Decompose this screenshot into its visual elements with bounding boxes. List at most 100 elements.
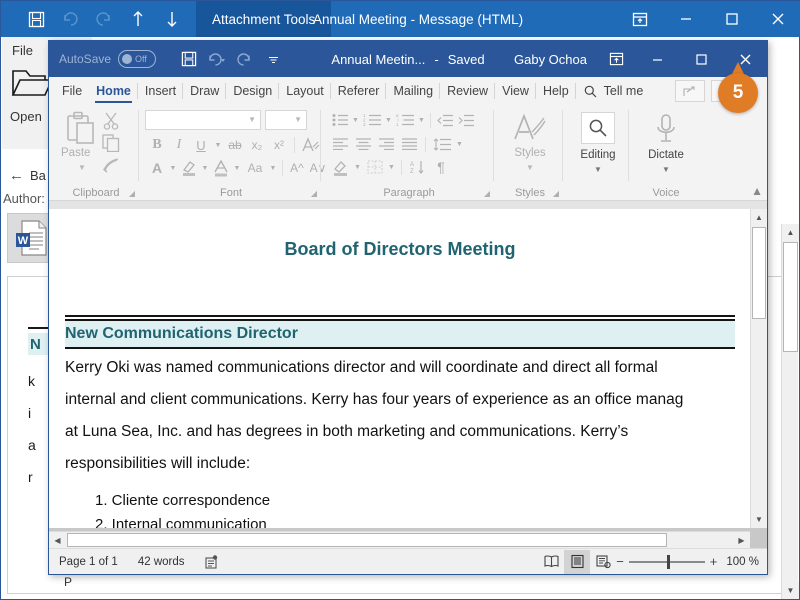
bullet-dropdown-icon[interactable]: ▼ (351, 111, 360, 129)
zoom-out-button[interactable]: − (616, 554, 624, 569)
tab-home[interactable]: Home (89, 77, 138, 105)
shading-dropdown-icon[interactable]: ▼ (353, 158, 362, 176)
autosave-switch[interactable]: Off (118, 50, 157, 68)
borders-dropdown-icon[interactable]: ▼ (387, 158, 396, 176)
change-case-button[interactable]: Aa (243, 158, 267, 178)
scrollbar-thumb[interactable] (67, 533, 667, 547)
word-count[interactable]: 42 words (128, 556, 195, 568)
shading-icon[interactable] (330, 158, 351, 176)
scroll-down-arrow-icon[interactable]: ▼ (751, 511, 767, 528)
web-layout-icon[interactable] (590, 550, 616, 574)
tell-me-search[interactable]: Tell me (576, 84, 652, 98)
scrollbar-thumb[interactable] (783, 242, 798, 352)
font-color-dropdown-icon[interactable]: ▼ (232, 158, 242, 178)
maximize-icon[interactable] (709, 1, 755, 37)
next-item-icon[interactable] (155, 1, 189, 37)
outlook-vertical-scrollbar[interactable]: ▲ ▼ (781, 224, 799, 599)
align-left-icon[interactable] (330, 135, 351, 153)
dictate-dropdown-icon[interactable]: ▼ (633, 165, 699, 174)
scrollbar-thumb[interactable] (752, 227, 766, 319)
decrease-indent-icon[interactable] (435, 111, 455, 129)
cut-icon[interactable] (103, 112, 119, 130)
undo-icon[interactable] (203, 41, 231, 77)
tab-mailings[interactable]: Mailing (386, 77, 440, 105)
font-size-input[interactable]: ▼ (265, 110, 307, 130)
close-icon[interactable] (755, 1, 800, 37)
italic-button[interactable]: I (169, 135, 189, 155)
text-effects-icon[interactable]: A (147, 158, 167, 178)
autosave-toggle[interactable]: AutoSave Off (59, 41, 157, 77)
tab-help[interactable]: Help (536, 77, 576, 105)
redo-icon[interactable] (87, 1, 121, 37)
tab-references[interactable]: Referer (331, 77, 387, 105)
paste-dropdown-icon[interactable]: ▼ (78, 163, 86, 172)
document-horizontal-scrollbar[interactable]: ◀ ▶ (49, 531, 750, 548)
editing-search-icon[interactable] (581, 112, 615, 144)
page-indicator[interactable]: Page 1 of 1 (49, 556, 128, 568)
save-icon[interactable] (175, 41, 203, 77)
previous-item-icon[interactable] (121, 1, 155, 37)
tab-design[interactable]: Design (226, 77, 280, 105)
save-icon[interactable] (19, 1, 53, 37)
align-right-icon[interactable] (376, 135, 397, 153)
editing-label[interactable]: Editing (567, 149, 629, 161)
styles-dropdown-icon[interactable]: ▼ (497, 163, 563, 172)
text-highlight-color-icon[interactable] (179, 158, 199, 178)
styles-icon[interactable] (513, 113, 547, 143)
share-button[interactable] (675, 80, 705, 102)
sort-icon[interactable]: AZ (407, 158, 429, 176)
tab-layout[interactable]: Layout (279, 77, 331, 105)
editing-dropdown-icon[interactable]: ▼ (567, 165, 629, 174)
font-name-input[interactable]: ▼ (145, 110, 261, 130)
proofing-icon[interactable] (195, 554, 230, 569)
line-spacing-dropdown-icon[interactable]: ▼ (455, 135, 464, 153)
scroll-right-arrow-icon[interactable]: ▶ (733, 532, 750, 548)
document-vertical-scrollbar[interactable]: ▲ ▼ (750, 209, 767, 528)
underline-dropdown-icon[interactable]: ▼ (213, 135, 223, 155)
align-center-icon[interactable] (353, 135, 374, 153)
scroll-up-arrow-icon[interactable]: ▲ (782, 224, 799, 241)
zoom-in-button[interactable]: + (710, 554, 718, 569)
tab-insert[interactable]: Insert (138, 77, 184, 105)
collapse-ribbon-icon[interactable]: ▲ (751, 184, 763, 198)
redo-icon[interactable] (231, 41, 259, 77)
text-effects-dropdown-icon[interactable]: ▼ (168, 158, 178, 178)
bold-button[interactable]: B (147, 135, 167, 155)
dictate-label[interactable]: Dictate (633, 149, 699, 161)
ribbon-display-options-icon[interactable] (597, 41, 635, 77)
paragraph-dialog-launcher-icon[interactable]: ◢ (484, 189, 490, 198)
zoom-level-label[interactable]: 100 % (726, 556, 759, 568)
numbered-dropdown-icon[interactable]: ▼ (384, 111, 393, 129)
zoom-slider-knob[interactable] (666, 554, 670, 569)
tab-attachment-tools[interactable]: Attachment Tools (196, 1, 332, 37)
styles-dialog-launcher-icon[interactable]: ◢ (553, 189, 559, 198)
increase-indent-icon[interactable] (456, 111, 476, 129)
outlook-file-tab[interactable]: File (12, 43, 33, 58)
dictate-microphone-icon[interactable] (655, 113, 677, 145)
undo-icon[interactable] (53, 1, 87, 37)
tab-view[interactable]: View (495, 77, 536, 105)
document-page[interactable]: Board of Directors Meeting New Communica… (49, 209, 751, 528)
subscript-button[interactable]: x₂ (247, 135, 267, 155)
scroll-left-arrow-icon[interactable]: ◀ (49, 532, 66, 548)
borders-icon[interactable] (364, 158, 385, 176)
increase-font-size-button[interactable]: A^ (287, 158, 307, 178)
word-user-name[interactable]: Gaby Ochoa (514, 41, 587, 77)
minimize-icon[interactable] (635, 41, 679, 77)
change-case-dropdown-icon[interactable]: ▼ (268, 158, 278, 178)
format-painter-icon[interactable] (102, 157, 120, 173)
multilevel-dropdown-icon[interactable]: ▼ (417, 111, 426, 129)
customize-quick-access-icon[interactable] (259, 41, 287, 77)
print-layout-icon[interactable] (564, 549, 591, 574)
strikethrough-button[interactable]: ab (225, 135, 245, 155)
highlight-dropdown-icon[interactable]: ▼ (200, 158, 210, 178)
underline-button[interactable]: U (191, 135, 211, 155)
outlook-open-label[interactable]: Open (10, 109, 42, 124)
copy-icon[interactable] (102, 134, 120, 152)
zoom-slider-track[interactable] (628, 554, 705, 569)
tab-review[interactable]: Review (440, 77, 496, 105)
maximize-icon[interactable] (679, 41, 723, 77)
ribbon-display-options-icon[interactable] (617, 1, 663, 37)
zoom-control[interactable]: − + 100 % (616, 554, 767, 569)
tab-file[interactable]: File (55, 77, 89, 105)
